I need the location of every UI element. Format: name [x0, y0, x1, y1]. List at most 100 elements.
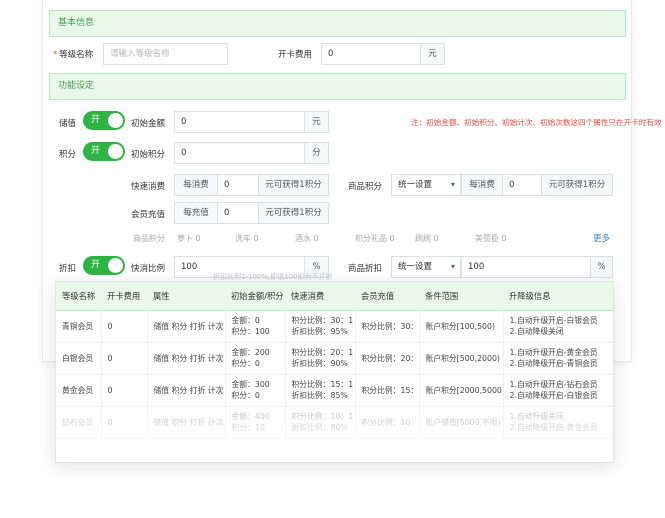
cell-init-points: 积分：100: [231, 327, 270, 336]
cell-fee: 0: [101, 310, 148, 343]
cell-init: 金额：400 积分：10: [225, 406, 286, 439]
cell-attrs: 储值 积分 打折 计次: [147, 374, 226, 407]
points-toggle[interactable]: 开: [83, 142, 125, 161]
column-header: 升降级信息: [503, 282, 613, 311]
product-points-select[interactable]: 统一设置 ▾: [391, 174, 461, 196]
discount-toggle-text: 开: [91, 260, 101, 270]
cell-fast-points: 积分比例：10：1: [291, 412, 354, 421]
cell-name: 黄金会员: [56, 374, 102, 407]
cell-range: 账户积分[500,2000): [419, 342, 504, 375]
column-header: 初始金额/积分: [225, 282, 285, 311]
fast-consume-prefix: 每消费: [174, 174, 218, 196]
column-header: 会员充值: [355, 282, 419, 311]
level-name-label-text: 等级名称: [59, 50, 94, 60]
faded-item: 商品积分: [133, 234, 165, 243]
chevron-down-icon: ▾: [450, 180, 455, 189]
product-discount-unit: %: [590, 256, 613, 278]
initial-amount-input[interactable]: 0: [174, 111, 305, 133]
toggle-knob: [108, 113, 123, 128]
cell-init-amount: 金额：400: [231, 412, 270, 421]
cell-attrs: 储值 积分 打折 计次: [147, 310, 226, 343]
fast-consume-input[interactable]: 0: [217, 174, 259, 196]
faded-item: 洗车 0: [235, 234, 259, 243]
faded-item: 萝卜 0: [177, 234, 201, 243]
cell-fast-points: 积分比例：30：1: [291, 316, 354, 325]
cell-recharge: 积分比例：15：1: [355, 374, 420, 407]
cell-upgrade-up: 1.自动升级开启-黄金会员: [509, 348, 598, 357]
cell-init-amount: 金额：0: [231, 316, 260, 325]
cell-fast-discount: 折扣比例：95%: [291, 327, 348, 336]
cell-init: 金额：200 积分：0: [225, 342, 286, 375]
faded-item: 刷刷 0: [415, 234, 439, 243]
more-link[interactable]: 更多: [593, 232, 610, 244]
column-header: 等级名称: [56, 282, 101, 311]
cell-name: 钻石会员: [56, 406, 102, 439]
cell-fast-points: 积分比例：20：1: [291, 348, 354, 357]
function-note: 注：初始金额、初始积分、初始计次、初始次数这四个属性只在开卡时有效: [411, 118, 662, 127]
cell-recharge: 积分比例：20：1: [355, 342, 420, 375]
cell-fast: 积分比例：30：1 折扣比例：95%: [285, 310, 356, 343]
member-recharge-input[interactable]: 0: [217, 202, 259, 224]
cell-init-amount: 金额：200: [231, 348, 270, 357]
fee-input[interactable]: 0: [321, 43, 421, 65]
table-row[interactable]: 黄金会员 0 储值 积分 打折 计次 金额：300 积分：0 积分比例：15：1 折…: [56, 374, 613, 407]
fast-consume-suffix: 元可获得1积分: [258, 174, 329, 196]
fast-consume-label: 快速消费: [131, 182, 166, 192]
product-discount-select-value: 统一设置: [398, 262, 433, 272]
initial-points-unit: 分: [304, 142, 329, 164]
cell-upgrade-down: 2.自动降级开启-黄金会员: [509, 423, 598, 432]
stored-value-toggle[interactable]: 开: [83, 111, 125, 130]
cell-init-points: 积分：10: [231, 423, 265, 432]
level-name-input[interactable]: 请输入等级名称: [103, 43, 228, 65]
cell-upgrade: 1.自动升级开启-白银会员 2.自动降级关闭: [503, 310, 613, 343]
product-discount-label: 商品折扣: [348, 264, 383, 274]
cell-fast-discount: 折扣比例：85%: [291, 391, 348, 400]
table-row[interactable]: 白银会员 0 储值 积分 打折 计次 金额：200 积分：0 积分比例：20：1 折…: [56, 342, 613, 375]
table-row[interactable]: 青铜会员 0 储值 积分 打折 计次 金额：0 积分：100 积分比例：30：1 折…: [56, 310, 613, 343]
basic-info-section-title: 基本信息: [49, 10, 626, 37]
function-section-title: 功能设定: [49, 73, 626, 100]
cell-upgrade: 1.自动升级开启-钻石会员 2.自动降级开启-白银会员: [503, 374, 613, 407]
toggle-knob: [108, 258, 123, 273]
initial-amount-unit: 元: [304, 111, 329, 133]
product-points-prefix: 每消费: [461, 174, 503, 196]
cell-recharge: 积分比例：30：1: [355, 310, 420, 343]
points-label: 积分: [59, 150, 77, 160]
cell-fast: 积分比例：15：1 折扣比例：85%: [285, 374, 356, 407]
member-recharge-suffix: 元可获得1积分: [258, 202, 329, 224]
initial-amount-label: 初始金额: [131, 119, 166, 129]
cell-init-points: 积分：0: [231, 391, 260, 400]
cell-recharge: 积分比例：10：1: [355, 406, 420, 439]
cell-upgrade-down: 2.自动降级开启-白银会员: [509, 391, 598, 400]
cell-range: 账户积分[2000,5000): [419, 374, 504, 407]
faded-item: 酒水 0: [295, 234, 319, 243]
cell-upgrade-up: 1.自动升级开启-钻石会员: [509, 380, 598, 389]
faded-item: 美赞臣 0: [475, 234, 507, 243]
cell-init-points: 积分：0: [231, 359, 260, 368]
points-toggle-text: 开: [91, 146, 101, 156]
level-name-label: * 等级名称: [53, 48, 93, 60]
initial-points-input[interactable]: 0: [174, 142, 305, 164]
product-discount-input[interactable]: 100: [461, 256, 591, 278]
table-row[interactable]: 钻石会员 0 储值 积分 打折 计次 金额：400 积分：10 积分比例：10：1…: [56, 406, 613, 439]
product-points-select-value: 统一设置: [398, 180, 433, 190]
product-points-suffix: 元可获得1积分: [541, 174, 613, 196]
faded-item: 积分礼品 0: [355, 234, 395, 243]
cell-name: 青铜会员: [56, 310, 102, 343]
cell-upgrade-down: 2.自动降级关闭: [509, 327, 564, 336]
cell-fast-points: 积分比例：15：1: [291, 380, 354, 389]
toggle-knob: [108, 144, 123, 159]
discount-toggle[interactable]: 开: [83, 256, 125, 275]
cell-upgrade-up: 1.自动升级开启-白银会员: [509, 316, 598, 325]
chevron-down-icon: ▾: [450, 262, 455, 271]
cell-range: 账户储值[5000,不限): [419, 406, 504, 439]
cell-fast: 积分比例：20：1 折扣比例：90%: [285, 342, 356, 375]
member-recharge-label: 会员充值: [131, 210, 166, 220]
cell-range: 账户积分[100,500): [419, 310, 504, 343]
product-discount-select[interactable]: 统一设置 ▾: [391, 256, 461, 278]
column-header: 条件范围: [419, 282, 503, 311]
member-level-table-card: 等级名称 开卡费用 属性 初始金额/积分 快速消费 会员充值 条件范围 升降级信…: [55, 281, 614, 463]
cell-fast-discount: 折扣比例：90%: [291, 359, 348, 368]
product-points-input[interactable]: 0: [502, 174, 542, 196]
column-header: 属性: [147, 282, 225, 311]
